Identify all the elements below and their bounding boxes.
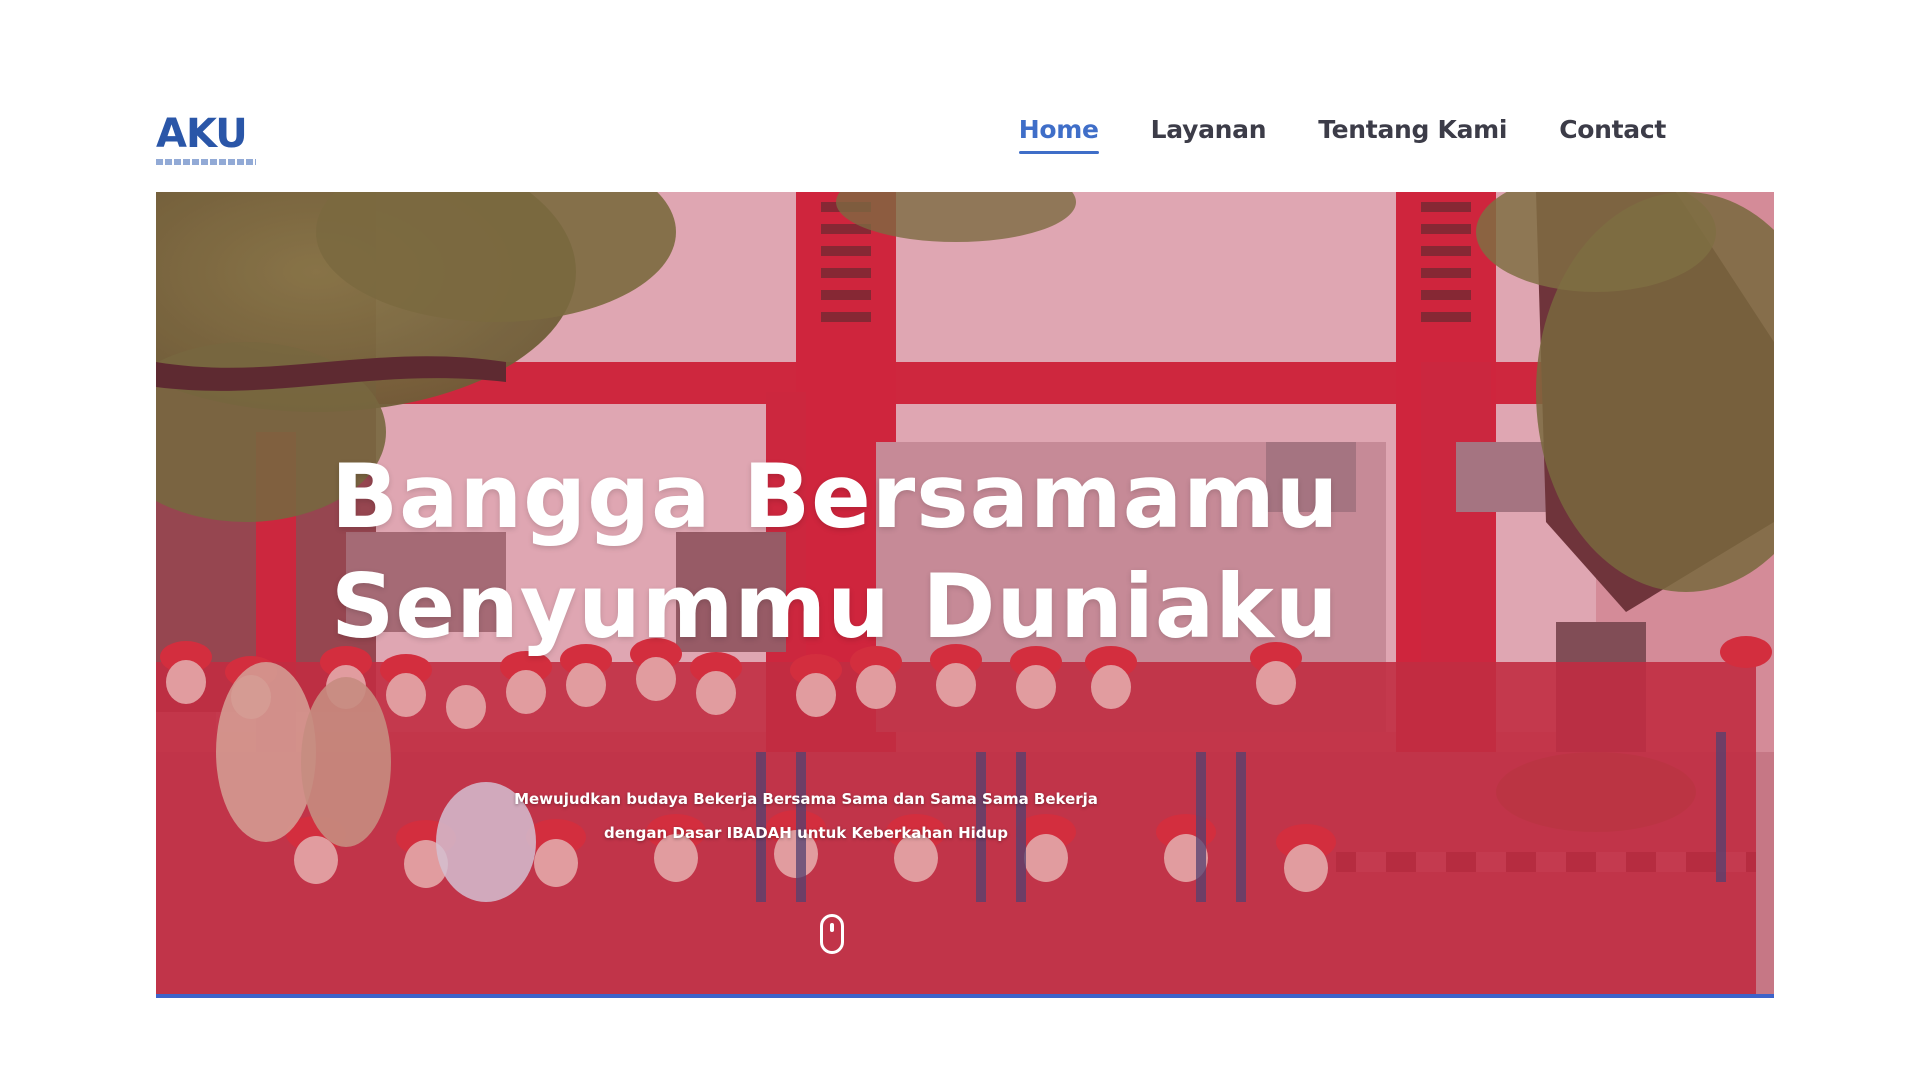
site-header: AKU Home Layanan Tentang Kami Contact bbox=[156, 100, 1774, 190]
nav-layanan[interactable]: Layanan bbox=[1151, 110, 1267, 150]
hero-subtitle: Mewujudkan budaya Bekerja Bersama Sama d… bbox=[436, 782, 1176, 850]
hero-title-line-1: Bangga Bersamamu bbox=[331, 445, 1340, 548]
mouse-scroll-icon[interactable] bbox=[820, 914, 844, 954]
logo[interactable]: AKU bbox=[156, 112, 276, 172]
nav-tentang-kami[interactable]: Tentang Kami bbox=[1318, 110, 1507, 150]
logo-tagline bbox=[156, 159, 256, 165]
logo-text: AKU bbox=[156, 111, 248, 157]
hero-bottom-border bbox=[156, 994, 1774, 998]
hero-subtitle-line-1: Mewujudkan budaya Bekerja Bersama Sama d… bbox=[514, 790, 1098, 808]
main-nav: Home Layanan Tentang Kami Contact bbox=[1018, 110, 1666, 154]
hero-section: Bangga Bersamamu Senyummu Duniaku Mewuju… bbox=[156, 192, 1774, 998]
hero-subtitle-line-2: dengan Dasar IBADAH untuk Keberkahan Hid… bbox=[604, 824, 1008, 842]
landing-page: AKU Home Layanan Tentang Kami Contact Ba… bbox=[0, 0, 1920, 1080]
nav-home[interactable]: Home bbox=[1018, 110, 1099, 154]
hero-title: Bangga Bersamamu Senyummu Duniaku bbox=[331, 442, 1431, 662]
nav-contact[interactable]: Contact bbox=[1559, 110, 1666, 150]
hero-title-line-2: Senyummu Duniaku bbox=[331, 555, 1339, 658]
